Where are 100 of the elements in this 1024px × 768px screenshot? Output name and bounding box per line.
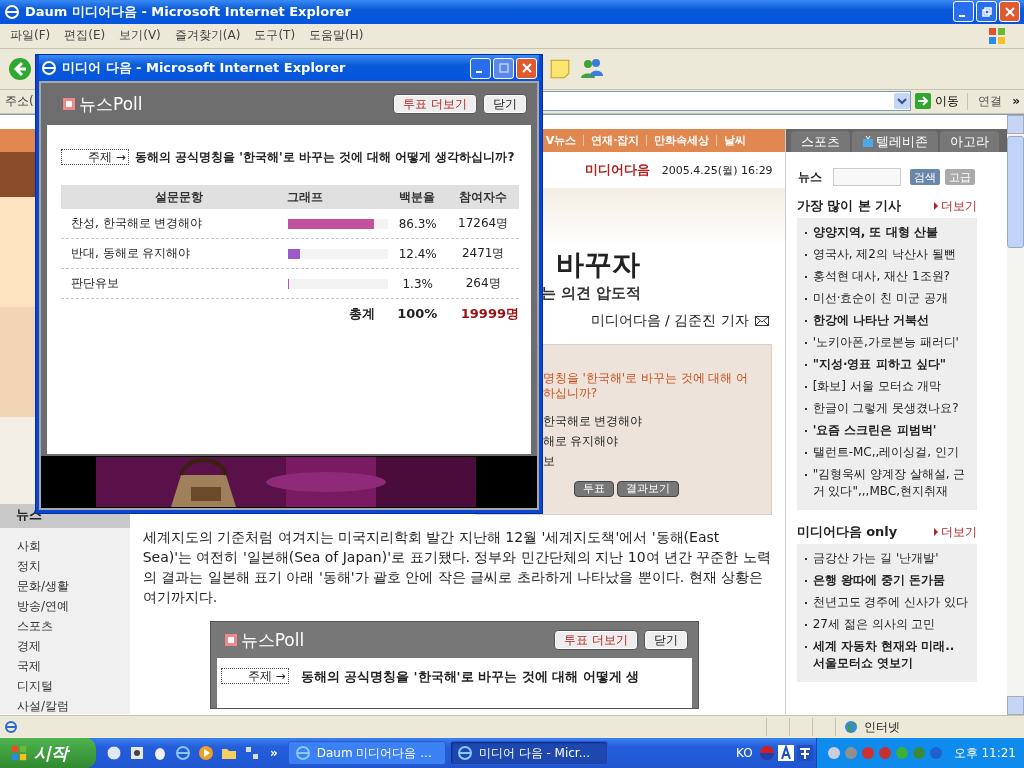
section-tab[interactable]: 텔레비존 [851,131,938,153]
category-link[interactable]: 문화/생활 [17,578,70,595]
tray-icon[interactable] [826,746,841,760]
zone-label: 인터넷 [864,718,900,736]
launch-icon[interactable] [106,745,122,761]
taskbar-button[interactable]: Daum 미디어다음 ... [287,741,446,765]
maximize-button[interactable] [493,57,514,79]
bullet-icon [804,342,807,345]
more-link[interactable]: 더보기 [934,523,977,541]
table-cell-text: 2471명 [460,245,506,262]
minimize-button[interactable] [470,57,491,79]
links-label[interactable]: 연결 [968,92,1002,110]
category-link[interactable]: 디지털 [17,678,53,695]
news-link[interactable]: 탤런트-MC,,레이싱걸, 인기 [812,444,959,462]
topic-tag: 주제 → [220,668,289,685]
poll-button[interactable]: 투표 [573,481,614,498]
more-link[interactable]: 더보기 [934,197,977,215]
scrollbar[interactable] [1007,115,1024,716]
ime-icon[interactable] [777,745,794,761]
search-button[interactable]: 검색 [909,169,940,186]
launch-icon[interactable] [244,745,260,761]
news-link[interactable]: 27세 젊은 의사의 고민 [812,616,936,634]
poll-button[interactable]: 투표 더보기 [553,630,638,651]
bullet-icon [804,298,807,301]
category-link[interactable]: 방송/연예 [17,598,70,615]
go-button[interactable]: 이동 [915,92,968,110]
news-link[interactable]: 천년고도 경주에 신사가 있다 [812,594,969,612]
taskbar-button[interactable]: 미디어 다음 - Micr... [449,741,608,765]
menu-item[interactable]: 파일(F) [10,27,51,45]
news-link[interactable]: 은행 왕따에 중기 돈가뭄 [812,572,946,590]
section-tab[interactable]: 스포츠 [790,131,850,153]
menu-item[interactable]: 보기(V) [119,27,161,45]
window-title: 미디어 다음 - Microsoft Internet Explorer [62,59,347,77]
close-button[interactable] [999,1,1020,23]
chevron-button[interactable]: » [260,746,288,760]
poll-option[interactable]: 해로 유지해야 [542,433,619,450]
poll-button[interactable]: 투표 더보기 [393,94,477,114]
news-link[interactable]: 홍석현 대사, 재산 1조원? [812,268,950,286]
news-link[interactable]: 한강에 나타난 거북선 [812,312,929,330]
news-link[interactable]: "지성·영표 피하고 싶다" [812,356,947,374]
ime-icon[interactable] [796,745,813,761]
back-button[interactable] [8,56,32,81]
launch-icon[interactable] [152,745,168,761]
column-header: 참여자수 [457,188,508,206]
table-cell-text: 86.3% [397,216,438,231]
mail-icon[interactable] [754,316,769,327]
menu-item[interactable]: 즐겨찾기(A) [174,27,241,45]
restore-button[interactable] [976,1,997,23]
topic-tag: 주제 → [61,149,129,165]
clock: 오후 11:21 [953,744,1016,762]
news-link[interactable]: '요즘 스크린은 피범벅' [812,422,937,440]
play-icon[interactable] [198,745,214,761]
poll-question: 동해의 공식명칭을 '한국해'로 바꾸는 것에 대해 어떻게 생 [300,668,640,687]
total-count: 19999명 [459,304,519,323]
triangle-icon [934,202,938,211]
category-link[interactable]: 사회 [17,538,41,555]
ie-icon[interactable] [175,745,191,761]
news-link[interactable]: 세계 자동차 현재와 미래.. 서울모터쇼 엿보기 [812,638,969,673]
poll-option[interactable]: 한국해로 변경해야 [542,413,643,430]
poll-button[interactable]: 닫기 [483,94,527,114]
table-cell-text: 판단유보 [70,275,120,292]
menu-item[interactable]: 도움말(H) [309,27,364,45]
chevron-button[interactable]: » [1012,94,1024,109]
bullet-icon [804,386,807,389]
menu-item[interactable]: 편집(E) [64,27,106,45]
section-tab[interactable]: 아고라 [939,131,999,153]
language-indicator[interactable]: KO [735,746,753,760]
news-link[interactable]: "김형욱씨 양계장 살해설, 근거 있다",,,MBC,현지취재 [812,466,969,501]
dropdown-icon[interactable] [894,93,910,110]
search-field[interactable] [832,168,901,187]
news-link[interactable]: 한글이 그렇게 못생겼나요? [812,400,959,418]
launch-icon[interactable] [129,745,145,761]
poll-option[interactable]: 보 [542,453,555,470]
bullet-icon [804,254,807,257]
minimize-button[interactable] [953,1,974,23]
section-title: 가장 많이 본 기사 [796,197,902,216]
poll-button[interactable]: 결과보기 [616,481,679,498]
restore-icon [981,6,992,17]
menu-item[interactable]: 도구(T) [254,27,296,45]
poll-button[interactable]: 닫기 [643,630,688,651]
ie-icon [294,745,311,761]
news-link[interactable]: 양양지역, 또 대형 산불 [812,224,938,242]
ie-icon [456,745,473,761]
close-icon [521,63,532,73]
news-link[interactable]: 금강산 가는 길 '난개발' [812,550,939,568]
close-button[interactable] [516,57,537,79]
category-link[interactable]: 사설/칼럼 [17,698,70,715]
poll-question: 하십니까? [542,386,597,402]
news-link[interactable]: '노키아폰,가로본능 패러디' [812,334,959,352]
brand-label: 미디어다음 [584,161,650,180]
news-link[interactable]: 영국사, 제2의 낙산사 될뻔 [812,246,956,264]
category-link[interactable]: 경제 [17,638,41,655]
news-link[interactable]: [화보] 서울 모터쇼 개막 [812,378,942,396]
category-link[interactable]: 정치 [17,558,41,575]
news-link[interactable]: 미선·효순이 친 미군 공개 [812,290,948,308]
category-link[interactable]: 국제 [17,658,41,675]
category-link[interactable]: 스포츠 [17,618,53,635]
people-icon[interactable] [579,57,605,80]
column-header: 설문문항 [154,188,205,206]
byline: 미디어다음 / 김준진 기자 [590,312,749,331]
